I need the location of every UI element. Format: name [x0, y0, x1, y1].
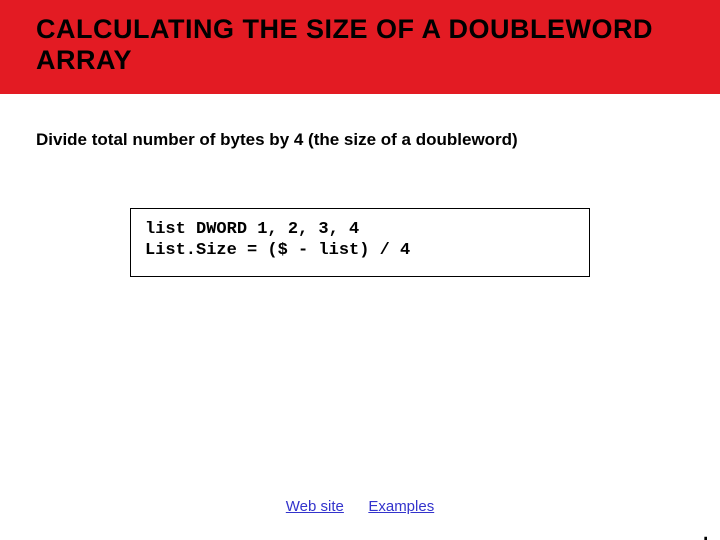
slide: CALCULATING THE SIZE OF A DOUBLEWORD ARR…	[0, 0, 720, 540]
body-area: Divide total number of bytes by 4 (the s…	[0, 94, 720, 277]
slide-title: CALCULATING THE SIZE OF A DOUBLEWORD ARR…	[36, 14, 684, 76]
code-line-1: list DWORD 1, 2, 3, 4	[145, 219, 575, 240]
examples-link[interactable]: Examples	[368, 498, 434, 515]
code-line-2: List.Size = ($ - list) / 4	[145, 240, 575, 261]
website-link[interactable]: Web site	[286, 498, 344, 515]
code-box: list DWORD 1, 2, 3, 4 List.Size = ($ - l…	[130, 208, 590, 277]
title-band: CALCULATING THE SIZE OF A DOUBLEWORD ARR…	[0, 0, 720, 94]
page-number: 51	[683, 536, 714, 540]
footer-links: Web site Examples	[0, 498, 720, 516]
body-text: Divide total number of bytes by 4 (the s…	[36, 130, 684, 150]
